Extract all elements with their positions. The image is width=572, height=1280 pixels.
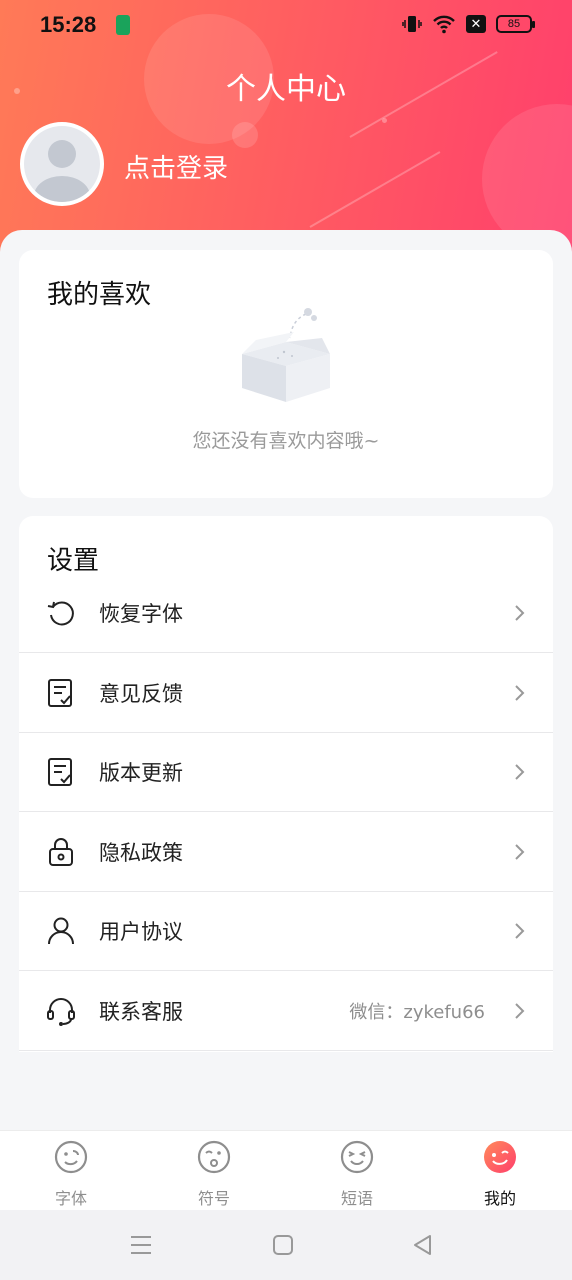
user-icon [48,917,74,945]
tab-label: 符号 [197,1189,230,1208]
settings-item-customer-service[interactable]: 联系客服 微信：zykefu66 [19,972,553,1051]
settings-item-label: 版本更新 [99,761,183,785]
settings-item-label: 联系客服 [99,1000,183,1024]
status-time: 15:28 [40,12,97,37]
wifi-icon [433,15,455,34]
settings-item-feedback[interactable]: 意见反馈 [19,654,553,733]
mine-face-icon [484,1141,516,1173]
default-avatar-icon [24,126,100,202]
bottom-tab-bar: 字体 符号 短语 我的 [0,1130,572,1210]
favorites-card: 我的喜欢 您还没有喜欢内容哦~ [19,250,553,498]
settings-item-privacy[interactable]: 隐私政策 [19,813,553,892]
wechat-contact: 微信：zykefu66 [349,1002,485,1023]
chevron-right-icon [515,685,525,701]
back-icon[interactable] [410,1232,436,1258]
restore-icon [47,601,74,626]
tab-label: 我的 [483,1189,516,1208]
status-bar: 15:28 ✕ 85 [0,0,572,52]
no-sim-icon: ✕ [466,15,486,33]
settings-title: 设置 [47,546,100,576]
charging-icon [116,15,130,35]
settings-card: 设置 恢复字体 意见反馈 版本更新 隐私政策 用户协议 联系客服 微信：zyke… [19,516,553,1052]
settings-item-user-agreement[interactable]: 用户协议 [19,892,553,971]
feedback-icon [48,679,72,707]
chevron-right-icon [515,923,525,939]
page-title: 个人中心 [226,72,346,107]
font-face-icon [54,1140,88,1174]
tab-mine[interactable]: 我的 [460,1139,540,1209]
headset-icon [47,998,75,1026]
home-icon[interactable] [270,1232,296,1258]
chevron-right-icon [515,764,525,780]
empty-message: 您还没有喜欢内容哦~ [192,430,380,452]
tab-symbol[interactable]: 符号 [174,1139,254,1209]
settings-item-update[interactable]: 版本更新 [19,733,553,812]
settings-item-label: 用户协议 [99,920,183,944]
settings-item-label: 隐私政策 [99,841,183,865]
system-nav-bar [0,1210,572,1280]
battery-indicator: 85 [496,15,535,33]
favorites-title: 我的喜欢 [47,280,152,310]
avatar[interactable] [20,122,104,206]
tab-font[interactable]: 字体 [31,1139,111,1209]
settings-item-label: 意见反馈 [99,682,183,706]
menu-icon[interactable] [128,1232,154,1258]
phrase-face-icon [340,1140,374,1174]
lock-icon [49,838,73,866]
chevron-right-icon [515,1003,525,1019]
tab-phrase[interactable]: 短语 [317,1139,397,1209]
empty-box-icon [242,308,330,402]
settings-item-restore-font[interactable]: 恢复字体 [19,574,553,653]
tab-label: 字体 [54,1189,87,1208]
update-icon [48,758,72,786]
vibrate-icon [402,16,422,32]
login-link[interactable]: 点击登录 [124,148,228,185]
chevron-right-icon [515,605,525,621]
tab-label: 短语 [340,1189,373,1208]
chevron-right-icon [515,844,525,860]
settings-item-label: 恢复字体 [99,602,183,626]
symbol-face-icon [197,1140,231,1174]
